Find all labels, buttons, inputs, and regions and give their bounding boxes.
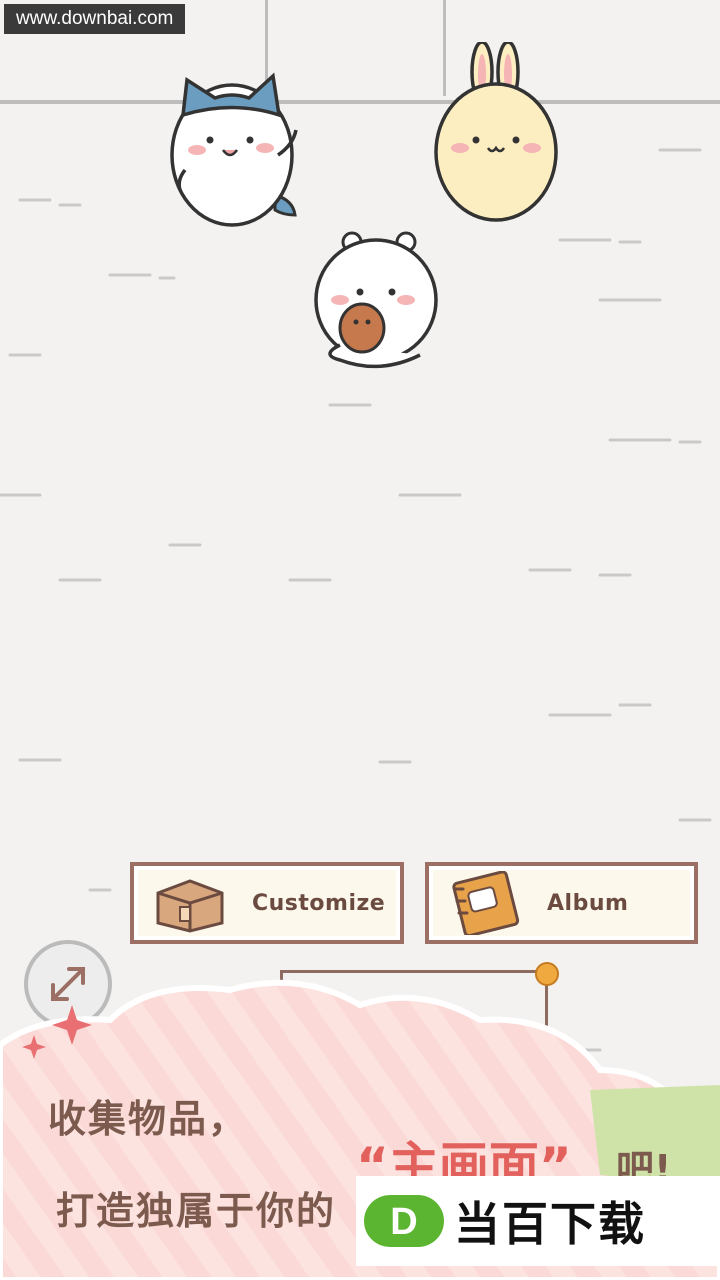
bear-character[interactable] [310,230,440,380]
promo-line-1: 收集物品， [48,1097,249,1141]
brand-text: 当百下载 [454,1197,646,1251]
brand-logo-icon: D [364,1195,444,1247]
brand-logo-letter: D [390,1201,417,1243]
customize-label: Customize [252,890,386,916]
brand-watermark: D 当百下载 [356,1176,720,1266]
notebook-icon [452,871,520,935]
album-button[interactable]: Album [425,862,698,944]
bunny-character[interactable] [432,42,562,232]
customize-button[interactable]: Customize [130,862,404,944]
promo-line-2: 打造独属于你的 [56,1189,337,1233]
box-icon [156,879,224,933]
watermark: www.downbai.com [4,4,186,34]
cat-character[interactable] [165,70,300,235]
album-label: Album [547,890,629,916]
